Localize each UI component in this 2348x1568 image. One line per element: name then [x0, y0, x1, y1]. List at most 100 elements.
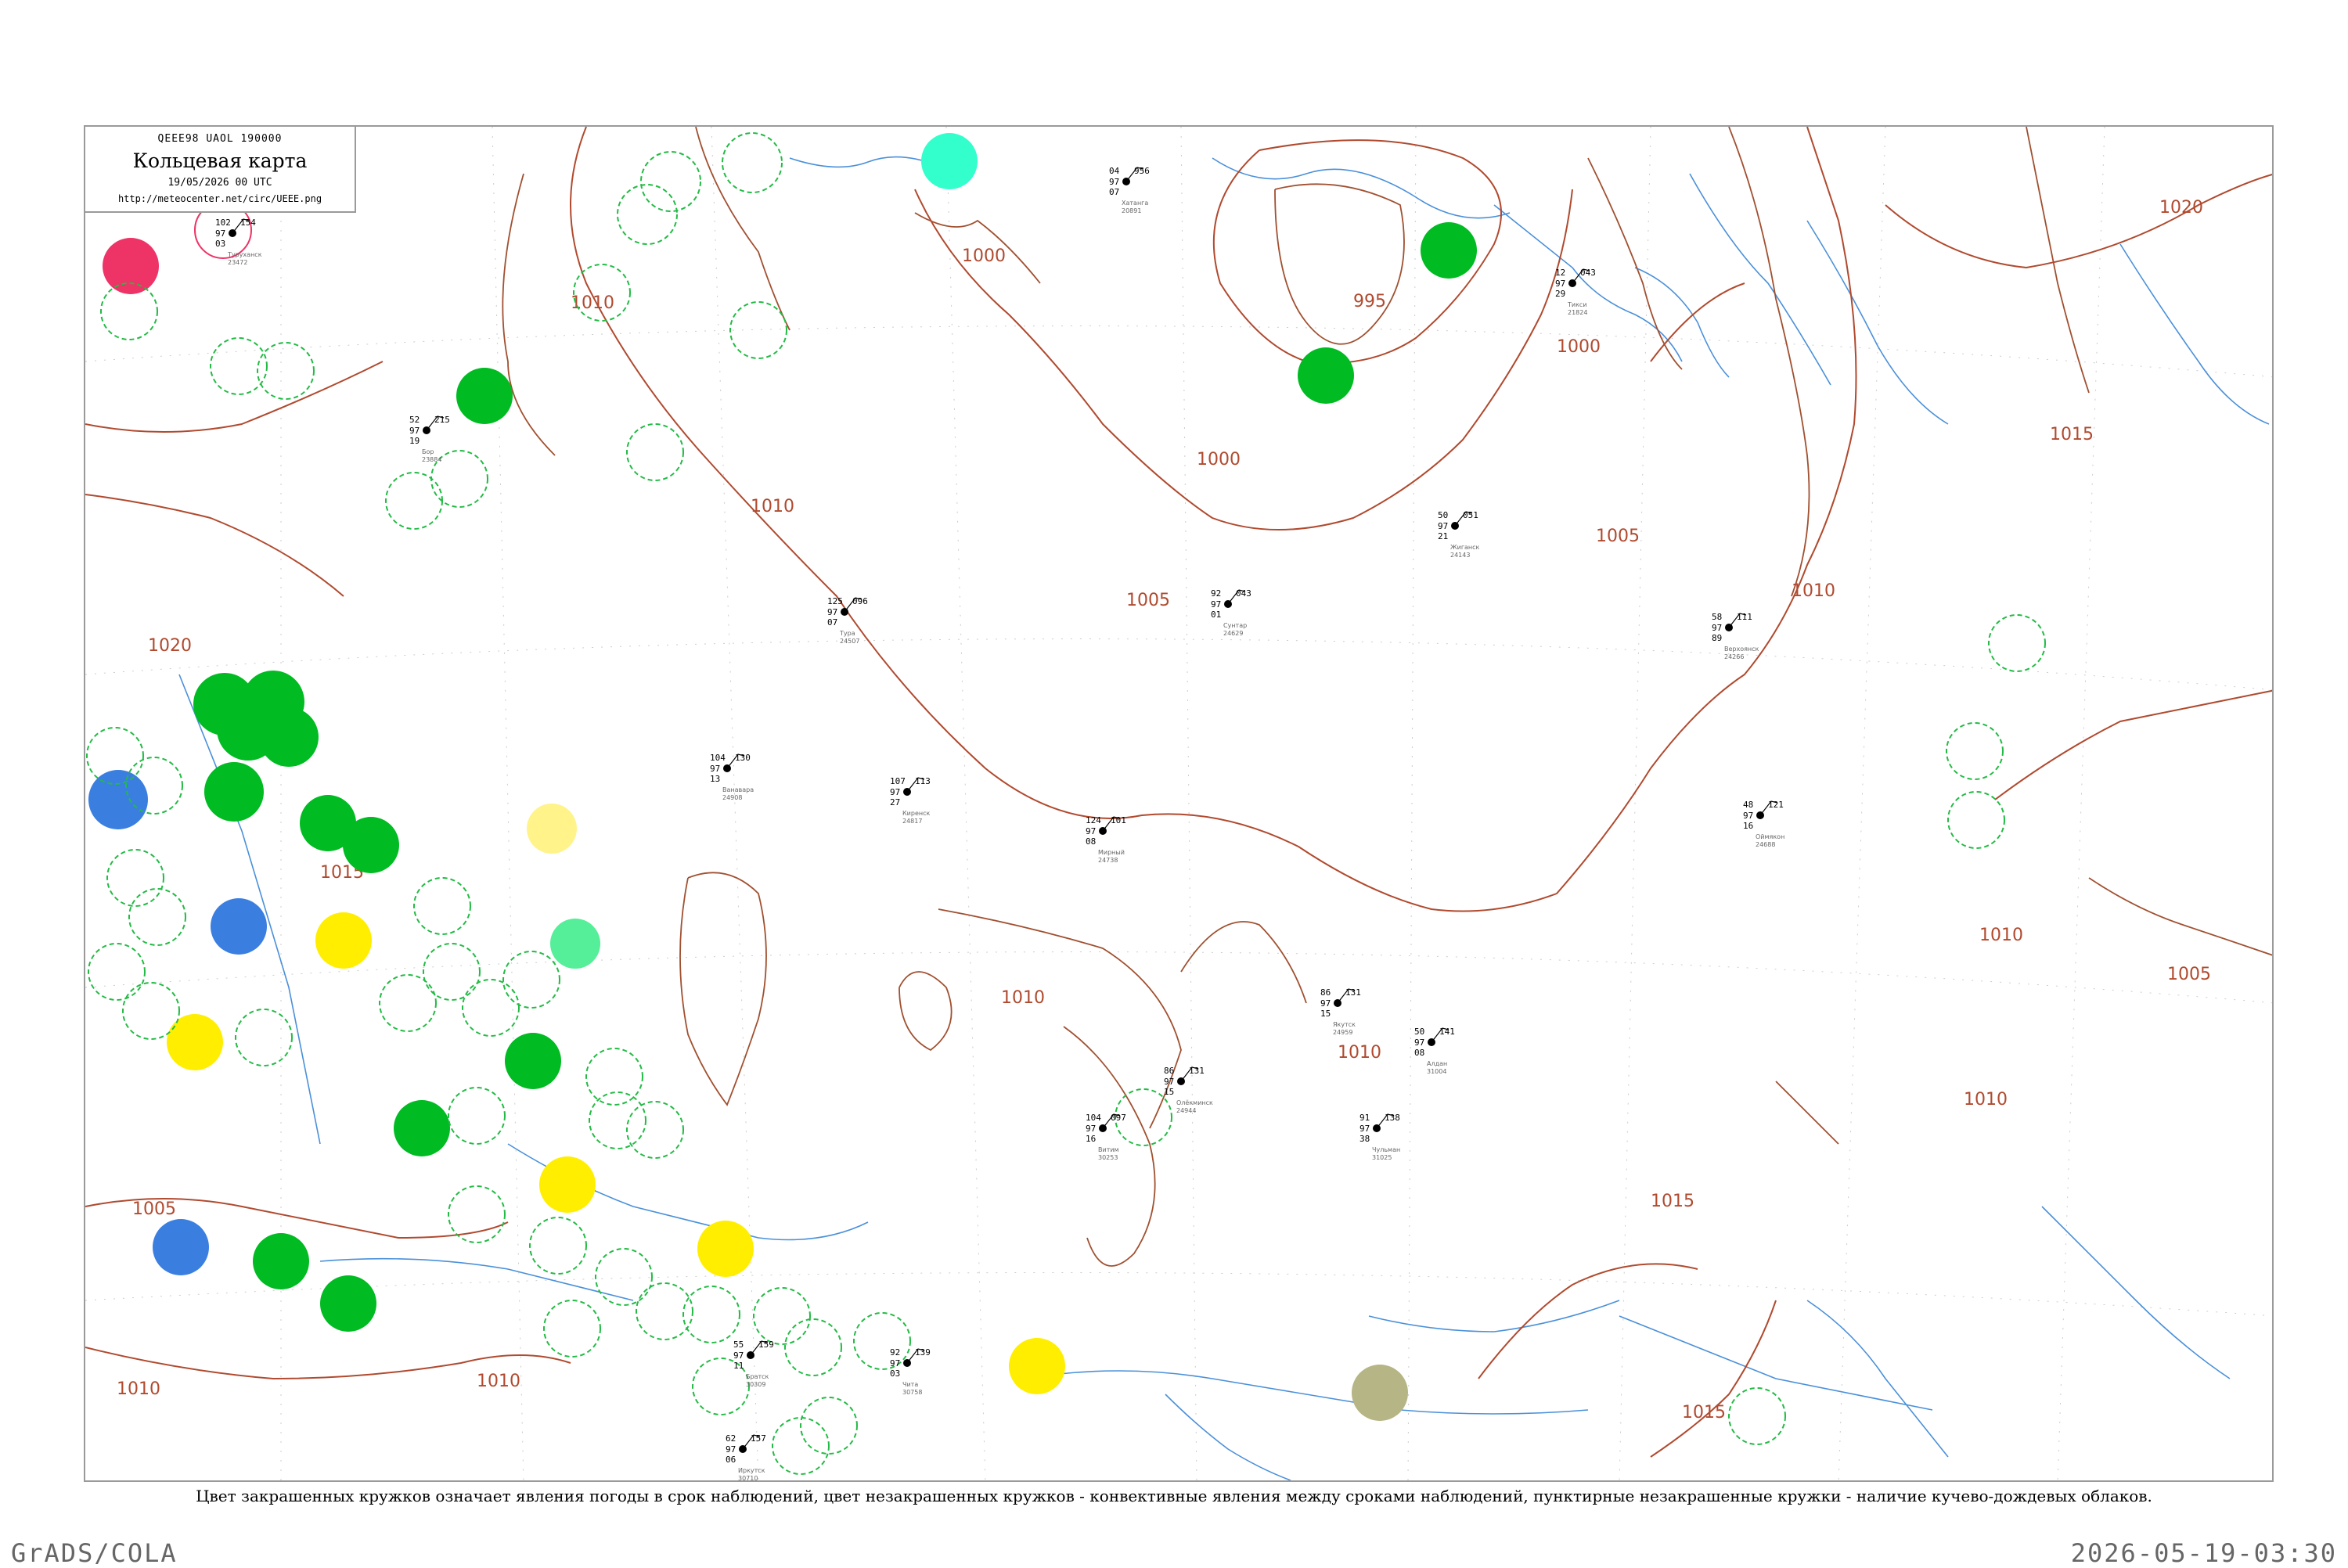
isobar-label: 1000 [962, 246, 1006, 266]
station-index: 23472 [228, 259, 247, 266]
station-name: Туруханск [227, 251, 262, 258]
haze-station-circle [527, 804, 577, 854]
station-pressure: 956 [1134, 166, 1150, 176]
rain-station-circle [456, 368, 513, 424]
station-index: 24908 [722, 794, 742, 801]
station-value-a: 50 [1414, 1027, 1424, 1037]
rivers [178, 156, 2270, 1480]
station-plot: 12 043 9729Тикси21824 [1555, 268, 1596, 316]
isobar-label: 1020 [148, 636, 192, 656]
station-value-c: 97 [1359, 1124, 1370, 1134]
station-value-a: 107 [890, 776, 906, 786]
cb-ring [106, 849, 164, 907]
isobar-label: 1015 [1651, 1192, 1694, 1211]
station-value-d: 06 [726, 1455, 736, 1465]
station-value-d: 15 [1320, 1009, 1331, 1019]
isobar-label: 1010 [1964, 1090, 2008, 1109]
station-value-c: 97 [827, 607, 837, 617]
station-index: 31025 [1372, 1154, 1392, 1161]
isobar-label: 1010 [751, 497, 794, 516]
cb-ring [595, 1248, 653, 1306]
cb-ring [1728, 1387, 1786, 1445]
station-value-c: 97 [1211, 599, 1221, 610]
cb-ring [462, 979, 520, 1037]
station-plot: 104 130 9713Ванавара24908 [710, 753, 754, 801]
station-value-d: 27 [890, 797, 900, 807]
station-value-d: 01 [1211, 610, 1221, 620]
station-value-d: 19 [409, 436, 420, 446]
cb-ring [210, 337, 268, 395]
station-pressure: 131 [1189, 1066, 1205, 1076]
station-value-c: 97 [1712, 623, 1722, 633]
station-name: Алдан [1427, 1060, 1447, 1067]
station-index: 30710 [738, 1475, 758, 1482]
isobar-label: 1005 [1596, 527, 1640, 546]
station-plot: 04 956 9707Хатанга20891 [1109, 166, 1150, 214]
cb-ring [448, 1185, 506, 1243]
fog-station-circle [697, 1221, 754, 1277]
rain-station-circle [343, 817, 399, 873]
cb-ring [626, 423, 684, 481]
rain-station-circle [505, 1033, 561, 1089]
cb-ring [257, 342, 315, 400]
station-value-c: 97 [733, 1350, 744, 1361]
station-index: 30758 [902, 1389, 922, 1396]
cb-ring [636, 1282, 693, 1340]
isobar-label: 1010 [1001, 988, 1045, 1008]
isobar-label: 1010 [1338, 1043, 1381, 1063]
station-value-d: 21 [1438, 531, 1448, 541]
cb-ring [626, 1101, 684, 1159]
station-pressure: 141 [1439, 1027, 1455, 1037]
station-name: Бор [422, 448, 434, 455]
station-value-c: 97 [215, 228, 225, 239]
station-pressure: 051 [1463, 510, 1478, 520]
station-pressure: 130 [735, 753, 751, 763]
station-value-c: 97 [409, 426, 420, 436]
source-url[interactable]: http://meteocenter.net/circ/UEEE.png [85, 193, 355, 204]
station-name: Тикси [1567, 301, 1587, 308]
isobar-label: 1010 [571, 293, 614, 313]
rain-station-circle [253, 1233, 309, 1289]
cb-ring [753, 1287, 811, 1345]
isobar-label: 1000 [1197, 450, 1241, 469]
station-value-d: 38 [1359, 1134, 1370, 1144]
station-value-a: 62 [726, 1433, 736, 1444]
station-value-a: 91 [1359, 1113, 1370, 1123]
station-index: 24507 [840, 638, 859, 645]
isobar-labels: 1000 1000 1000 995 1005 1005 1005 1005 1… [117, 198, 2211, 1422]
station-name: Чита [902, 1381, 918, 1388]
station-value-c: 97 [1555, 279, 1565, 289]
cb-ring [235, 1009, 293, 1066]
station-name: Братск [746, 1373, 769, 1380]
map-caption: Цвет закрашенных кружков означает явлени… [196, 1487, 2152, 1505]
cb-ring [1946, 722, 2004, 780]
isobar-label: 1005 [2167, 965, 2211, 984]
station-value-a: 102 [215, 218, 231, 228]
station-value-d: 08 [1086, 836, 1096, 847]
map-area: 1000 1000 1000 995 1005 1005 1005 1005 1… [84, 125, 2274, 1482]
isobar-label: 1005 [132, 1199, 176, 1219]
snow-station-circle [88, 770, 148, 829]
isobar-label: 1020 [2159, 198, 2203, 218]
station-pressure: 113 [915, 776, 931, 786]
cb-ring [1947, 791, 2005, 849]
cb-ring [88, 943, 146, 1001]
isobar-label: 1010 [117, 1379, 160, 1399]
station-plot: 92 043 9701Сунтар24629 [1211, 588, 1251, 637]
cb-ring [853, 1312, 911, 1370]
station-index: 30253 [1098, 1154, 1118, 1161]
station-pressure: 121 [1768, 800, 1784, 810]
snow-station-circle [211, 898, 267, 955]
cb-ring [729, 301, 787, 359]
station-value-a: 125 [827, 596, 843, 606]
station-value-c: 97 [890, 787, 900, 797]
coastlines [502, 127, 2272, 1267]
isobar-label: 1015 [1682, 1403, 1726, 1422]
station-value-a: 48 [1743, 800, 1753, 810]
station-plot: 86 131 9715Якутск24959 [1320, 987, 1361, 1036]
station-index: 30309 [746, 1381, 765, 1388]
map-datetime: 19/05/2026 00 UTC [167, 177, 272, 189]
cb-ring [529, 1217, 587, 1275]
rain-station-circle [1421, 222, 1477, 279]
station-index: 31004 [1427, 1068, 1446, 1075]
